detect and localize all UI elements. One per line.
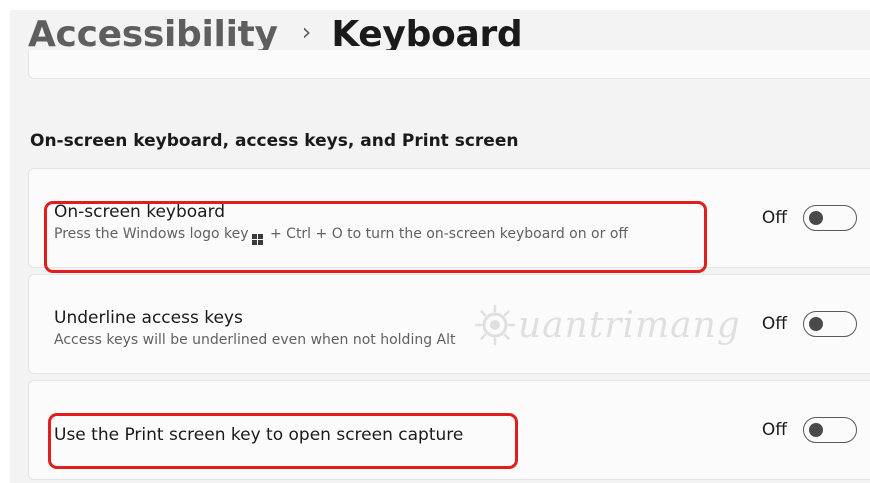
setting-card-on-screen-keyboard: On-screen keyboard Press the Windows log… <box>28 168 870 268</box>
toggle-area: Off <box>762 417 857 443</box>
section-title: On-screen keyboard, access keys, and Pri… <box>30 131 519 151</box>
watermark: uantrimang <box>474 304 741 346</box>
setting-description: Access keys will be underlined even when… <box>54 332 456 348</box>
underline-access-keys-toggle[interactable] <box>803 311 857 337</box>
setting-description: Press the Windows logo key + Ctrl + O to… <box>54 224 628 245</box>
toggle-state-label: Off <box>761 208 787 228</box>
setting-title: Use the Print screen key to open screen … <box>54 425 464 445</box>
previous-setting-card <box>28 50 870 79</box>
setting-card-underline-access-keys: Underline access keys Access keys will b… <box>28 274 870 374</box>
setting-title: On-screen keyboard <box>54 202 226 222</box>
toggle-area: Off <box>762 205 857 231</box>
windows-logo-icon <box>251 234 263 245</box>
print-screen-toggle[interactable] <box>803 417 857 443</box>
setting-text: Use the Print screen key to open screen … <box>54 424 463 446</box>
description-part: + Ctrl + O to turn the on-screen keyboar… <box>265 226 629 242</box>
page-title: Keyboard <box>331 13 523 55</box>
setting-text: On-screen keyboard Press the Windows log… <box>54 201 628 245</box>
sun-logo-icon <box>474 304 516 346</box>
toggle-state-label: Off <box>761 314 787 334</box>
toggle-knob <box>809 423 823 437</box>
settings-page: Accessibility › Keyboard On-screen keybo… <box>10 10 870 483</box>
breadcrumb-accessibility[interactable]: Accessibility <box>28 14 278 55</box>
chevron-right-icon: › <box>301 18 312 46</box>
setting-title: Underline access keys <box>54 308 243 328</box>
watermark-text: uantrimang <box>518 304 741 346</box>
setting-card-print-screen: Use the Print screen key to open screen … <box>28 380 870 480</box>
on-screen-keyboard-toggle[interactable] <box>803 205 857 231</box>
toggle-knob <box>809 317 823 331</box>
toggle-state-label: Off <box>761 420 787 440</box>
toggle-knob <box>809 211 823 225</box>
toggle-area: Off <box>762 311 857 337</box>
description-part: Press the Windows logo key <box>54 226 249 242</box>
setting-text: Underline access keys Access keys will b… <box>54 307 456 350</box>
